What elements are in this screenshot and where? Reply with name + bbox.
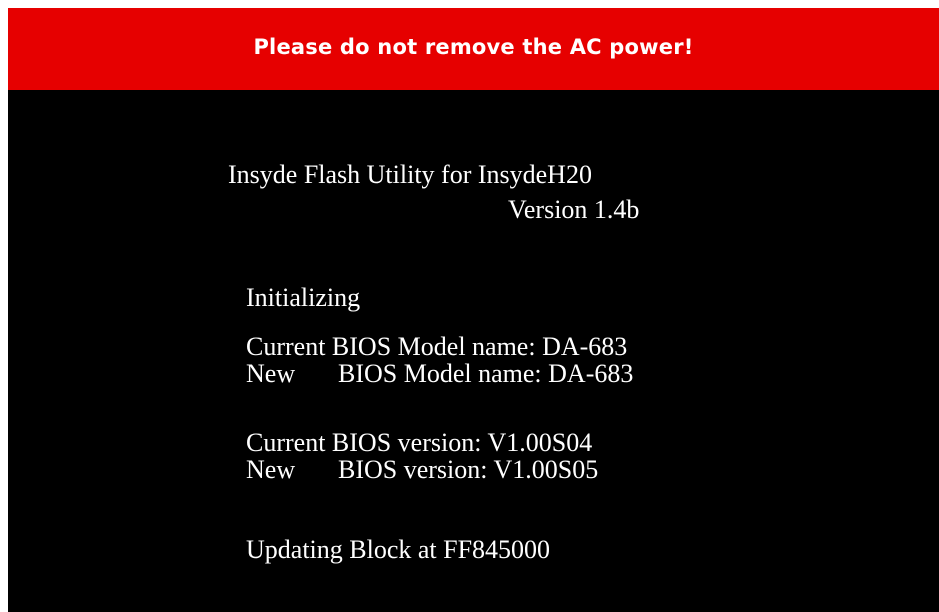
flash-utility-screen: Please do not remove the AC power! Insyd…	[8, 8, 939, 612]
new-bios-version: BIOS version: V1.00S05	[338, 455, 599, 484]
current-model-name: Current BIOS Model name: DA-683	[246, 332, 628, 361]
warning-banner: Please do not remove the AC power!	[8, 8, 939, 90]
new-model-prefix: New	[246, 359, 296, 388]
initializing-status: Initializing	[246, 283, 361, 312]
warning-text: Please do not remove the AC power!	[253, 35, 694, 59]
new-model-name: BIOS Model name: DA-683	[338, 359, 634, 388]
new-version-prefix: New	[246, 455, 296, 484]
current-bios-version: Current BIOS version: V1.00S04	[246, 428, 593, 457]
utility-title: Insyde Flash Utility for InsydeH20	[228, 160, 592, 189]
utility-version: Version 1.4b	[508, 195, 640, 224]
updating-block-status: Updating Block at FF845000	[246, 535, 551, 564]
